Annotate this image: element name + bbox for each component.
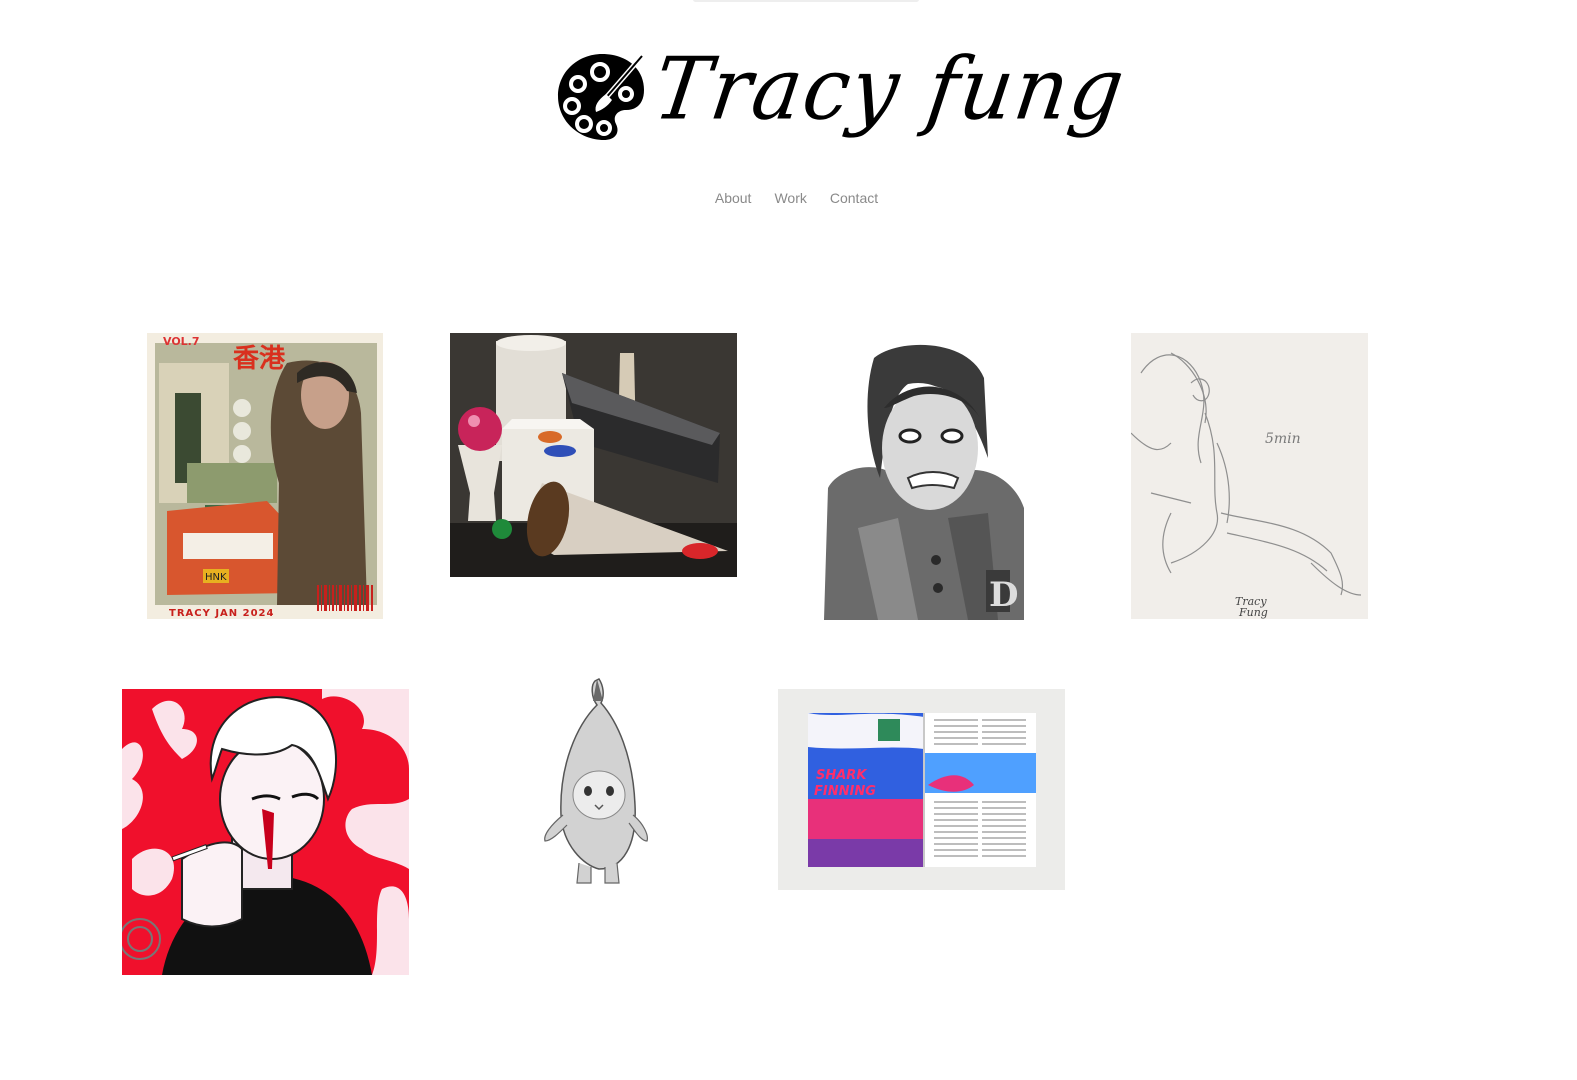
gallery-item-self-portrait[interactable]: D [818,338,1028,620]
top-scroll-indicator [693,0,919,2]
cover-volume-text: VOL.7 [163,335,200,348]
shark-spread-artwork: SHARK FINNING [778,689,1065,890]
site-logo[interactable]: Tracy fung [550,40,1132,164]
jacket-letter-text: D [989,575,1018,615]
main-nav: About Work Contact [0,190,1577,206]
gallery-item-gesture-sketch[interactable]: 5min Tracy Fung [1131,333,1368,619]
sketch-signature-last: Fung [1238,606,1268,619]
self-portrait-artwork: D [818,338,1028,620]
hong-kong-cover-artwork: VOL.7 香港 HNK TRACY JAN 2024 [147,333,383,619]
still-life-artwork [450,333,737,577]
cover-plate-text: HNK [205,572,227,583]
cover-signature-text: TRACY JAN 2024 [169,608,274,619]
nav-about[interactable]: About [715,190,752,206]
cover-title-text: 香港 [233,344,286,374]
spread-title-line-2: FINNING [814,784,876,799]
nav-work[interactable]: Work [774,190,806,206]
gallery-item-hong-kong-cover[interactable]: VOL.7 香港 HNK TRACY JAN 2024 [147,333,383,619]
spread-title-line-1: SHARK [816,768,867,783]
nav-contact[interactable]: Contact [830,190,878,206]
sketch-time-text: 5min [1265,431,1301,447]
gallery-item-still-life[interactable] [450,333,737,577]
logo-text: Tracy fung [647,39,1132,140]
smoking-illustration-artwork [122,689,409,975]
gesture-sketch-artwork: 5min Tracy Fung [1131,333,1368,619]
gallery-item-banana-cat[interactable] [487,645,702,935]
palette-icon [558,54,644,140]
banana-cat-artwork [487,645,702,935]
gallery-item-shark-spread[interactable]: SHARK FINNING [778,689,1065,890]
gallery-item-smoking-illustration[interactable] [122,689,409,975]
